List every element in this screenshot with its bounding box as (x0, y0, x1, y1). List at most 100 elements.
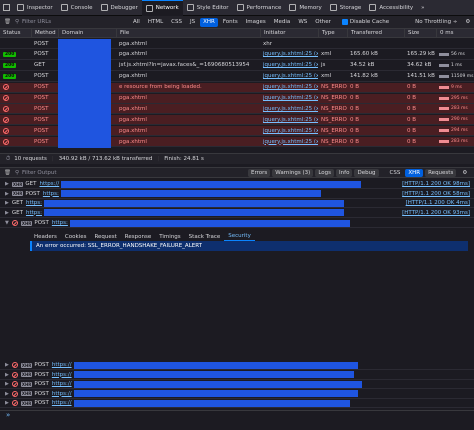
column-header-5[interactable]: Type (318, 29, 347, 37)
detail-tab-request[interactable]: Request (90, 232, 120, 241)
caret-right-icon[interactable]: ▶ (5, 210, 9, 216)
performance-icon (236, 4, 244, 11)
column-header-0[interactable]: Status (0, 29, 31, 37)
caret-right-icon[interactable]: ▶ (5, 400, 9, 406)
request-url[interactable]: https:// (52, 381, 72, 387)
console-row[interactable]: ▶ XHR POST https:// (0, 390, 474, 399)
disable-cache-checkbox[interactable] (341, 19, 348, 25)
column-header-4[interactable]: Initiator (260, 29, 318, 37)
console-row[interactable]: ▶ GET https: [HTTP/1.1 200 OK 93ms] (0, 209, 474, 218)
caret-down-icon[interactable]: ▼ (5, 220, 9, 226)
console-row[interactable]: ▶ XHR POST https: [HTTP/1.1 200 OK 58ms] (0, 190, 474, 199)
settings-icon[interactable]: ⚙ (462, 170, 467, 176)
caret-right-icon[interactable]: ▶ (5, 391, 9, 397)
filter-urls-input[interactable]: Filter URLs (22, 19, 130, 25)
waterfall-bar (439, 85, 449, 89)
filter-type-css[interactable]: CSS (168, 18, 185, 27)
filter-type-media[interactable]: Media (271, 18, 294, 27)
tab-network[interactable]: Network (141, 0, 183, 16)
console-filter-debug[interactable]: Debug (354, 168, 379, 177)
detail-tab-response[interactable]: Response (121, 232, 155, 241)
console-filter-css[interactable]: CSS (387, 169, 404, 177)
caret-right-icon[interactable]: ▶ (5, 372, 9, 378)
caret-right-icon[interactable]: ▶ (5, 362, 9, 368)
filter-type-js[interactable]: JS (187, 18, 198, 27)
settings-icon[interactable]: ⚙ (465, 19, 470, 25)
tab-accessibility[interactable]: Accessibility (365, 0, 417, 16)
request-url[interactable]: https:// (52, 391, 72, 397)
caret-right-icon[interactable]: ▶ (5, 181, 9, 187)
detail-tab-timings[interactable]: Timings (155, 232, 184, 241)
detail-tab-security[interactable]: Security (224, 232, 255, 241)
tab-memory[interactable]: Memory (285, 0, 325, 16)
filter-type-xhr[interactable]: XHR (200, 17, 218, 27)
console-filter-xhr[interactable]: XHR (405, 168, 424, 177)
xhr-badge: XHR (20, 220, 33, 226)
waterfall-bar (439, 118, 449, 122)
console-row-expanded[interactable]: ▼ XHR POST https: (0, 219, 474, 228)
blocked-icon (3, 116, 9, 123)
console-row[interactable]: ▶ XHR POST https:// (0, 380, 474, 389)
column-header-6[interactable]: Transferred (347, 29, 404, 37)
method-cell: POST (34, 51, 49, 58)
column-header-3[interactable]: File (116, 29, 260, 37)
caret-right-icon[interactable]: ▶ (5, 381, 9, 387)
console-row[interactable]: ▶ XHR POST https:// (0, 399, 474, 408)
console-filter-info[interactable]: Info (336, 168, 353, 177)
filter-type-fonts[interactable]: Fonts (220, 18, 241, 27)
console-row[interactable]: ▶ GET https: [HTTP/1.1 200 OK 4ms] (0, 199, 474, 208)
tab-storage[interactable]: Storage (326, 0, 366, 16)
tab-inspector[interactable]: Inspector (13, 0, 57, 16)
request-url[interactable]: https:// (52, 372, 72, 378)
console-filter-requests[interactable]: Requests (425, 168, 457, 177)
disable-cache-label: Disable Cache (349, 19, 390, 25)
console-row[interactable]: ▶ XHR POST https:// (0, 371, 474, 380)
request-url[interactable]: https: (43, 191, 59, 197)
console-row[interactable]: ▶ XHR POST https:// (0, 361, 474, 370)
tab-debugger[interactable]: Debugger (97, 0, 142, 16)
request-url[interactable]: https: (52, 220, 68, 226)
detail-tab-stack-trace[interactable]: Stack Trace (185, 232, 225, 241)
transferred-cell: 0 B (350, 116, 360, 123)
console-row[interactable]: ▶ XHR GET https:// [HTTP/1.1 200 OK 98ms] (0, 180, 474, 189)
filter-output-input[interactable]: Filter Output (22, 170, 246, 176)
tab-performance[interactable]: Performance (233, 0, 286, 16)
filter-type-html[interactable]: HTML (145, 18, 166, 27)
http-status[interactable]: [HTTP/1.1 200 OK 93ms] (402, 210, 470, 216)
type-cell: NS_ERROR_GENER... (321, 116, 347, 123)
pick-element-icon[interactable] (0, 0, 13, 16)
request-url[interactable]: https:// (52, 362, 72, 368)
waterfall-bar (439, 63, 449, 67)
caret-right-icon[interactable]: ▶ (5, 200, 9, 206)
column-header-7[interactable]: Size (404, 29, 436, 37)
request-url[interactable]: https: (26, 200, 42, 206)
console-filter-warnings[interactable]: Warnings (3) (272, 168, 314, 177)
request-url[interactable]: https:// (39, 181, 59, 187)
request-url[interactable]: https: (26, 210, 42, 216)
console-filter-errors[interactable]: Errors (248, 168, 271, 177)
column-header-8[interactable]: 0 ms (436, 29, 474, 37)
http-status[interactable]: [HTTP/1.1 200 OK 4ms] (406, 200, 470, 206)
filter-type-images[interactable]: Images (243, 18, 269, 27)
trash-icon[interactable]: 🗑 (4, 170, 11, 176)
filter-type-other[interactable]: Other (312, 18, 334, 27)
filter-type-ws[interactable]: WS (295, 18, 310, 27)
size-cell: 0 B (407, 105, 417, 112)
column-header-1[interactable]: Method (31, 29, 58, 37)
reload-icon[interactable]: ⏱ (6, 156, 10, 163)
detail-tab-headers[interactable]: Headers (30, 232, 61, 241)
column-header-2[interactable]: Domain (58, 29, 116, 37)
trash-icon[interactable]: 🗑 (4, 19, 11, 25)
console-filter-logs[interactable]: Logs (315, 168, 335, 177)
overflow-menu-icon[interactable]: » (417, 0, 428, 16)
http-status[interactable]: [HTTP/1.1 200 OK 58ms] (402, 191, 470, 197)
tab-style-editor[interactable]: Style Editor (183, 0, 233, 16)
request-url[interactable]: https:// (52, 400, 72, 406)
throttling-select[interactable]: No Throttling ÷ (415, 19, 457, 25)
http-status[interactable]: [HTTP/1.1 200 OK 98ms] (402, 181, 470, 187)
filter-type-all[interactable]: All (130, 18, 143, 27)
caret-right-icon[interactable]: ▶ (5, 191, 9, 197)
detail-tab-cookies[interactable]: Cookies (61, 232, 91, 241)
console-input[interactable]: » (0, 410, 474, 430)
tab-console[interactable]: Console (57, 0, 97, 16)
